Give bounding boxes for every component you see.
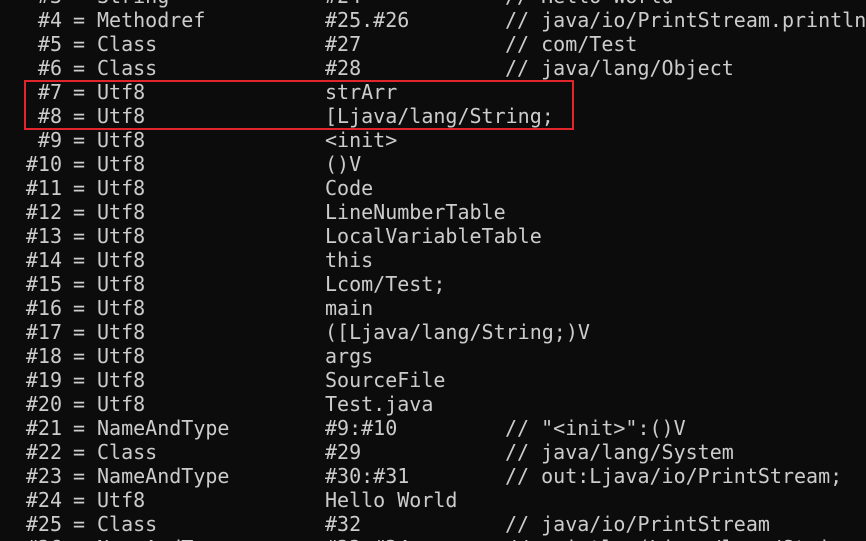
entry-index: #18 bbox=[25, 344, 62, 368]
entry-type: Utf8 bbox=[97, 320, 146, 344]
entry-value: <init> bbox=[325, 128, 398, 152]
entry-equals: = bbox=[73, 152, 86, 176]
entry-type: Class bbox=[97, 440, 158, 464]
entry-equals: = bbox=[73, 224, 86, 248]
entry-equals: = bbox=[73, 512, 86, 536]
entry-value: #33:#34 bbox=[325, 536, 409, 541]
entry-comment: // out:Ljava/io/PrintStream; bbox=[505, 464, 843, 488]
entry-value: #29 bbox=[325, 440, 362, 464]
entry-equals: = bbox=[73, 200, 86, 224]
entry-type: Utf8 bbox=[97, 224, 146, 248]
entry-type: Class bbox=[97, 56, 158, 80]
entry-index: #10 bbox=[25, 152, 62, 176]
terminal-window[interactable]: #3 = String #24 // Hello World #4 = Methodref #2… bbox=[0, 0, 866, 541]
entry-index: #5 bbox=[37, 32, 62, 56]
entry-index: #22 bbox=[25, 440, 62, 464]
entry-equals: = bbox=[73, 344, 86, 368]
entry-value: Test.java bbox=[325, 392, 434, 416]
entry-value: ([Ljava/lang/String;)V bbox=[325, 320, 590, 344]
entry-index: #15 bbox=[25, 272, 62, 296]
entry-comment: // java/lang/System bbox=[505, 440, 734, 464]
entry-value: ()V bbox=[325, 152, 362, 176]
entry-equals: = bbox=[73, 440, 86, 464]
entry-equals: = bbox=[73, 320, 86, 344]
entry-type: Utf8 bbox=[97, 200, 146, 224]
entry-value: #25.#26 bbox=[325, 8, 410, 32]
entry-type: Utf8 bbox=[97, 272, 146, 296]
entry-type: Methodref bbox=[97, 8, 206, 32]
entry-equals: = bbox=[73, 176, 86, 200]
entry-type: Utf8 bbox=[97, 488, 146, 512]
entry-comment: // java/io/PrintStream.println:(Ljava/la… bbox=[505, 8, 866, 32]
entry-value: SourceFile bbox=[325, 368, 446, 392]
entry-value: #27 bbox=[325, 32, 362, 56]
entry-equals: = bbox=[73, 272, 86, 296]
entry-equals: = bbox=[73, 32, 86, 56]
entry-value: this bbox=[325, 248, 374, 272]
entry-index: #11 bbox=[25, 176, 62, 200]
entry-type: Utf8 bbox=[97, 368, 146, 392]
entry-index: #20 bbox=[25, 392, 62, 416]
entry-type: String bbox=[97, 0, 169, 8]
entry-value: #32 bbox=[325, 512, 362, 536]
entry-value: #30:#31 bbox=[325, 464, 410, 488]
entry-equals: = bbox=[73, 488, 86, 512]
entry-equals: = bbox=[73, 392, 86, 416]
entry-index: #6 bbox=[37, 56, 62, 80]
entry-index: #24 bbox=[25, 488, 62, 512]
entry-type: Utf8 bbox=[97, 152, 146, 176]
entry-type: Utf8 bbox=[97, 296, 146, 320]
entry-value: Hello World bbox=[325, 488, 458, 512]
entry-comment: // println:(Ljava/lang/String;)V bbox=[505, 536, 866, 541]
entry-equals: = bbox=[73, 464, 86, 488]
entry-comment: // com/Test bbox=[505, 32, 638, 56]
entry-value: main bbox=[325, 296, 374, 320]
entry-index: #21 bbox=[25, 416, 62, 440]
entry-index: #17 bbox=[25, 320, 62, 344]
entry-value: args bbox=[325, 344, 374, 368]
entry-index: #13 bbox=[25, 224, 62, 248]
entry-type: Utf8 bbox=[97, 176, 146, 200]
entry-equals: = bbox=[73, 368, 86, 392]
entry-index: #16 bbox=[25, 296, 62, 320]
entry-index: #9 bbox=[37, 128, 62, 152]
entry-type: NameAndType bbox=[97, 416, 230, 440]
entry-type: Class bbox=[97, 512, 158, 536]
entry-comment: // java/lang/Object bbox=[505, 56, 734, 80]
entry-equals: = bbox=[73, 0, 85, 8]
entry-index: #26 bbox=[0, 536, 62, 541]
entry-value: LineNumberTable bbox=[325, 200, 506, 224]
entry-type: Utf8 bbox=[97, 344, 146, 368]
entry-type: Utf8 bbox=[97, 392, 146, 416]
highlight-box bbox=[24, 80, 574, 130]
entry-index: #14 bbox=[25, 248, 62, 272]
entry-value: Lcom/Test; bbox=[325, 272, 446, 296]
entry-equals: = bbox=[73, 128, 86, 152]
entry-type: Utf8 bbox=[97, 128, 146, 152]
entry-index: #25 bbox=[25, 512, 62, 536]
entry-value: Code bbox=[325, 176, 374, 200]
entry-comment: // "<init>":()V bbox=[505, 416, 686, 440]
entry-equals: = bbox=[73, 416, 86, 440]
entry-index: #4 bbox=[37, 8, 62, 32]
entry-comment: // Hello World bbox=[505, 0, 674, 8]
entry-index: #12 bbox=[25, 200, 62, 224]
entry-value: #9:#10 bbox=[325, 416, 398, 440]
entry-value: #28 bbox=[325, 56, 362, 80]
entry-value: LocalVariableTable bbox=[325, 224, 542, 248]
entry-index: #3 bbox=[0, 0, 62, 8]
entry-equals: = bbox=[73, 56, 86, 80]
entry-equals: = bbox=[73, 248, 86, 272]
entry-type: NameAndType bbox=[97, 536, 229, 541]
entry-equals: = bbox=[73, 536, 85, 541]
entry-comment: // java/io/PrintStream bbox=[505, 512, 770, 536]
entry-equals: = bbox=[73, 296, 86, 320]
entry-index: #19 bbox=[25, 368, 62, 392]
entry-type: Utf8 bbox=[97, 248, 146, 272]
entry-type: Class bbox=[97, 32, 158, 56]
entry-type: NameAndType bbox=[97, 464, 230, 488]
entry-value: #24 bbox=[325, 0, 361, 8]
entry-index: #23 bbox=[25, 464, 62, 488]
entry-equals: = bbox=[73, 8, 86, 32]
